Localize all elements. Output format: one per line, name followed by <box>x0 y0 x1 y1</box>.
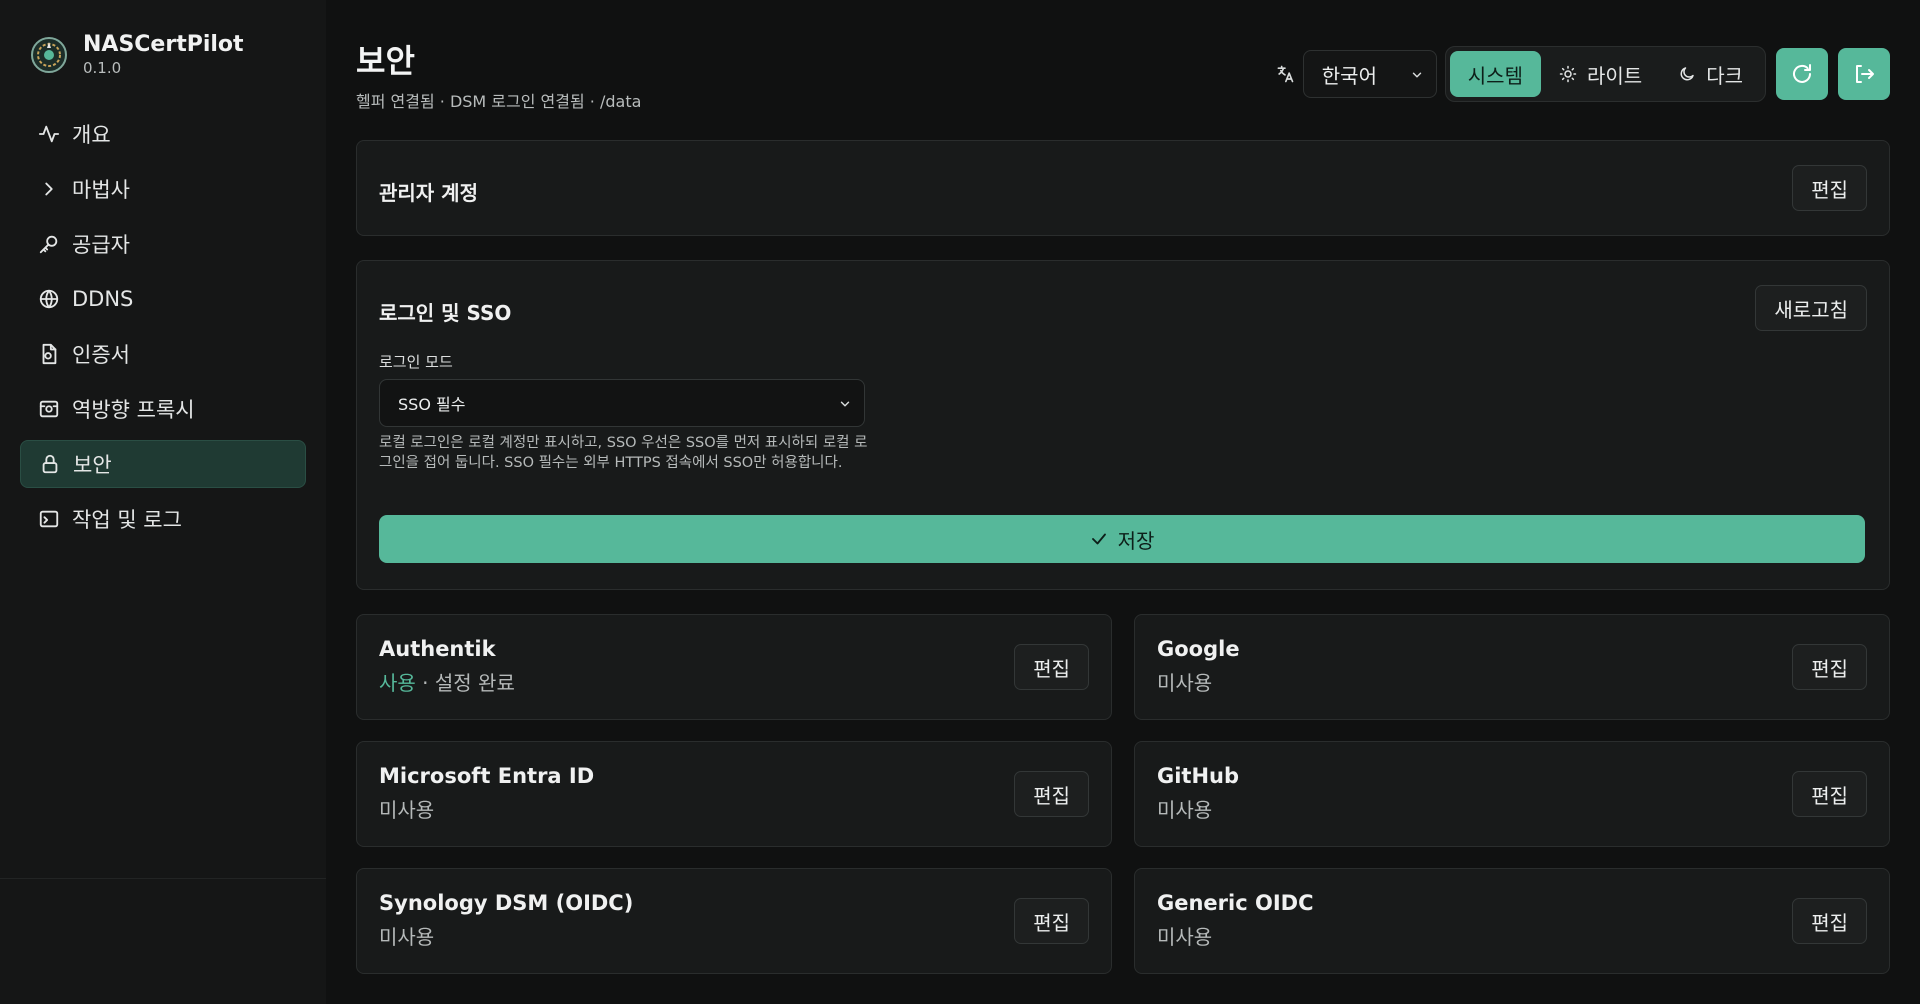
provider-card-authentik: Authentik 사용 · 설정 완료 편집 <box>356 614 1112 720</box>
lock-icon <box>42 454 58 474</box>
login-sso-title: 로그인 및 SSO <box>379 301 512 325</box>
sidebar-item-certificates[interactable]: 인증서 <box>20 330 306 378</box>
theme-light-button[interactable]: 라이트 <box>1541 51 1660 97</box>
save-button[interactable]: 저장 <box>379 515 1865 563</box>
theme-system-button[interactable]: 시스템 <box>1449 51 1541 97</box>
theme-light-label: 라이트 <box>1586 63 1643 88</box>
logout-button[interactable] <box>1838 48 1890 100</box>
sidebar-item-label: 마법사 <box>72 178 130 202</box>
login-mode-help: 로컬 로그인은 로컬 계정만 표시하고, SSO 우선은 SSO를 먼저 표시하… <box>379 435 868 471</box>
provider-name: GitHub <box>1157 764 1240 788</box>
sidebar-nav: 개요 마법사 공급자 DDNS 인증서 역방향 프록시 보안 작업 및 로그 <box>20 110 306 550</box>
chevron-down-icon <box>1412 72 1422 78</box>
provider-name: Synology DSM (OIDC) <box>379 891 634 915</box>
provider-status: 사용 · 설정 완료 <box>379 667 515 696</box>
provider-edit-button[interactable]: 편집 <box>1792 898 1867 944</box>
provider-status: 미사용 <box>379 798 435 822</box>
login-mode-label: 로그인 모드 <box>379 353 453 371</box>
provider-name: Generic OIDC <box>1157 891 1314 915</box>
provider-edit-button[interactable]: 편집 <box>1792 644 1867 690</box>
sidebar-item-ddns[interactable]: DDNS <box>20 275 306 323</box>
provider-status: 미사용 <box>1157 798 1213 822</box>
admin-account-card: 관리자 계정 편집 <box>356 140 1890 236</box>
provider-status-enabled: 사용 <box>379 671 416 695</box>
connection-status: 헬퍼 연결됨 · DSM 로그인 연결됨 · /data <box>356 92 642 111</box>
provider-edit-button[interactable]: 편집 <box>1014 644 1089 690</box>
sidebar-item-label: 역방향 프록시 <box>72 398 195 422</box>
chevron-right-icon <box>45 182 53 196</box>
sun-icon <box>1559 65 1577 83</box>
provider-edit-button[interactable]: 편집 <box>1014 771 1089 817</box>
app-name: NASCertPilot <box>83 32 244 57</box>
sidebar-item-label: DDNS <box>72 287 134 311</box>
app-version: 0.1.0 <box>83 59 122 77</box>
admin-edit-button[interactable]: 편집 <box>1792 165 1867 211</box>
provider-card-github: GitHub 미사용 편집 <box>1134 741 1890 847</box>
sidebar-item-label: 인증서 <box>72 343 130 367</box>
login-sso-card: 로그인 및 SSO 새로고침 로그인 모드 SSO 필수 로컬 로그인은 로컬 … <box>356 260 1890 590</box>
brand[interactable]: NASCertPilot 0.1.0 <box>30 32 244 78</box>
page-title: 보안 <box>356 42 415 80</box>
provider-status: 미사용 <box>1157 925 1213 949</box>
language-value: 한국어 <box>1321 63 1377 88</box>
globe-icon <box>39 289 59 309</box>
sidebar-item-security[interactable]: 보안 <box>20 440 306 488</box>
provider-name: Authentik <box>379 637 496 661</box>
check-icon <box>1091 533 1106 545</box>
proxy-icon <box>39 400 59 418</box>
provider-card-entra: Microsoft Entra ID 미사용 편집 <box>356 741 1112 847</box>
sidebar-item-overview[interactable]: 개요 <box>20 110 306 158</box>
admin-account-title: 관리자 계정 <box>379 181 478 205</box>
language-select[interactable]: 한국어 <box>1302 50 1437 98</box>
refresh-icon <box>1793 64 1811 83</box>
sidebar-item-label: 보안 <box>73 453 112 477</box>
sso-refresh-button[interactable]: 새로고침 <box>1755 285 1867 331</box>
provider-card-synology: Synology DSM (OIDC) 미사용 편집 <box>356 868 1112 974</box>
login-mode-select[interactable]: SSO 필수 <box>379 379 865 427</box>
theme-dark-label: 다크 <box>1706 63 1743 88</box>
translate-icon <box>1277 65 1294 83</box>
login-mode-value: SSO 필수 <box>398 395 466 414</box>
provider-edit-button[interactable]: 편집 <box>1014 898 1089 944</box>
provider-status: 미사용 <box>379 925 435 949</box>
moon-icon <box>1680 67 1694 81</box>
sidebar-item-label: 개요 <box>72 123 111 147</box>
provider-card-generic-oidc: Generic OIDC 미사용 편집 <box>1134 868 1890 974</box>
theme-system-label: 시스템 <box>1467 63 1523 88</box>
sidebar-item-label: 작업 및 로그 <box>72 508 182 532</box>
provider-status-detail: · 설정 완료 <box>415 671 515 695</box>
chevron-down-icon <box>840 401 850 407</box>
app-logo-icon <box>31 37 67 73</box>
save-label: 저장 <box>1117 528 1155 553</box>
theme-switcher: 시스템 라이트 다크 <box>1444 46 1766 102</box>
activity-icon <box>38 125 60 143</box>
provider-name: Google <box>1157 637 1240 661</box>
sidebar-item-reverse-proxy[interactable]: 역방향 프록시 <box>20 385 306 433</box>
provider-edit-button[interactable]: 편집 <box>1792 771 1867 817</box>
main-content: 보안 헬퍼 연결됨 · DSM 로그인 연결됨 · /data 한국어 시스템 … <box>356 0 1890 1004</box>
sidebar-item-label: 공급자 <box>72 233 130 257</box>
sidebar-item-jobs-logs[interactable]: 작업 및 로그 <box>20 495 306 543</box>
sidebar-item-providers[interactable]: 공급자 <box>20 220 306 268</box>
sidebar-item-wizard[interactable]: 마법사 <box>20 165 306 213</box>
provider-card-google: Google 미사용 편집 <box>1134 614 1890 720</box>
sidebar: NASCertPilot 0.1.0 개요 마법사 공급자 DDNS 인증서 역… <box>0 0 326 1004</box>
key-icon <box>39 235 58 254</box>
top-toolbar: 한국어 시스템 라이트 다크 <box>1275 46 1890 102</box>
file-cert-icon <box>42 343 57 365</box>
sidebar-divider <box>0 878 326 879</box>
terminal-icon <box>39 510 59 528</box>
provider-status: 미사용 <box>1157 671 1213 695</box>
provider-name: Microsoft Entra ID <box>379 764 595 788</box>
logout-icon <box>1856 65 1874 83</box>
theme-dark-button[interactable]: 다크 <box>1660 51 1761 97</box>
refresh-button[interactable] <box>1776 48 1828 100</box>
